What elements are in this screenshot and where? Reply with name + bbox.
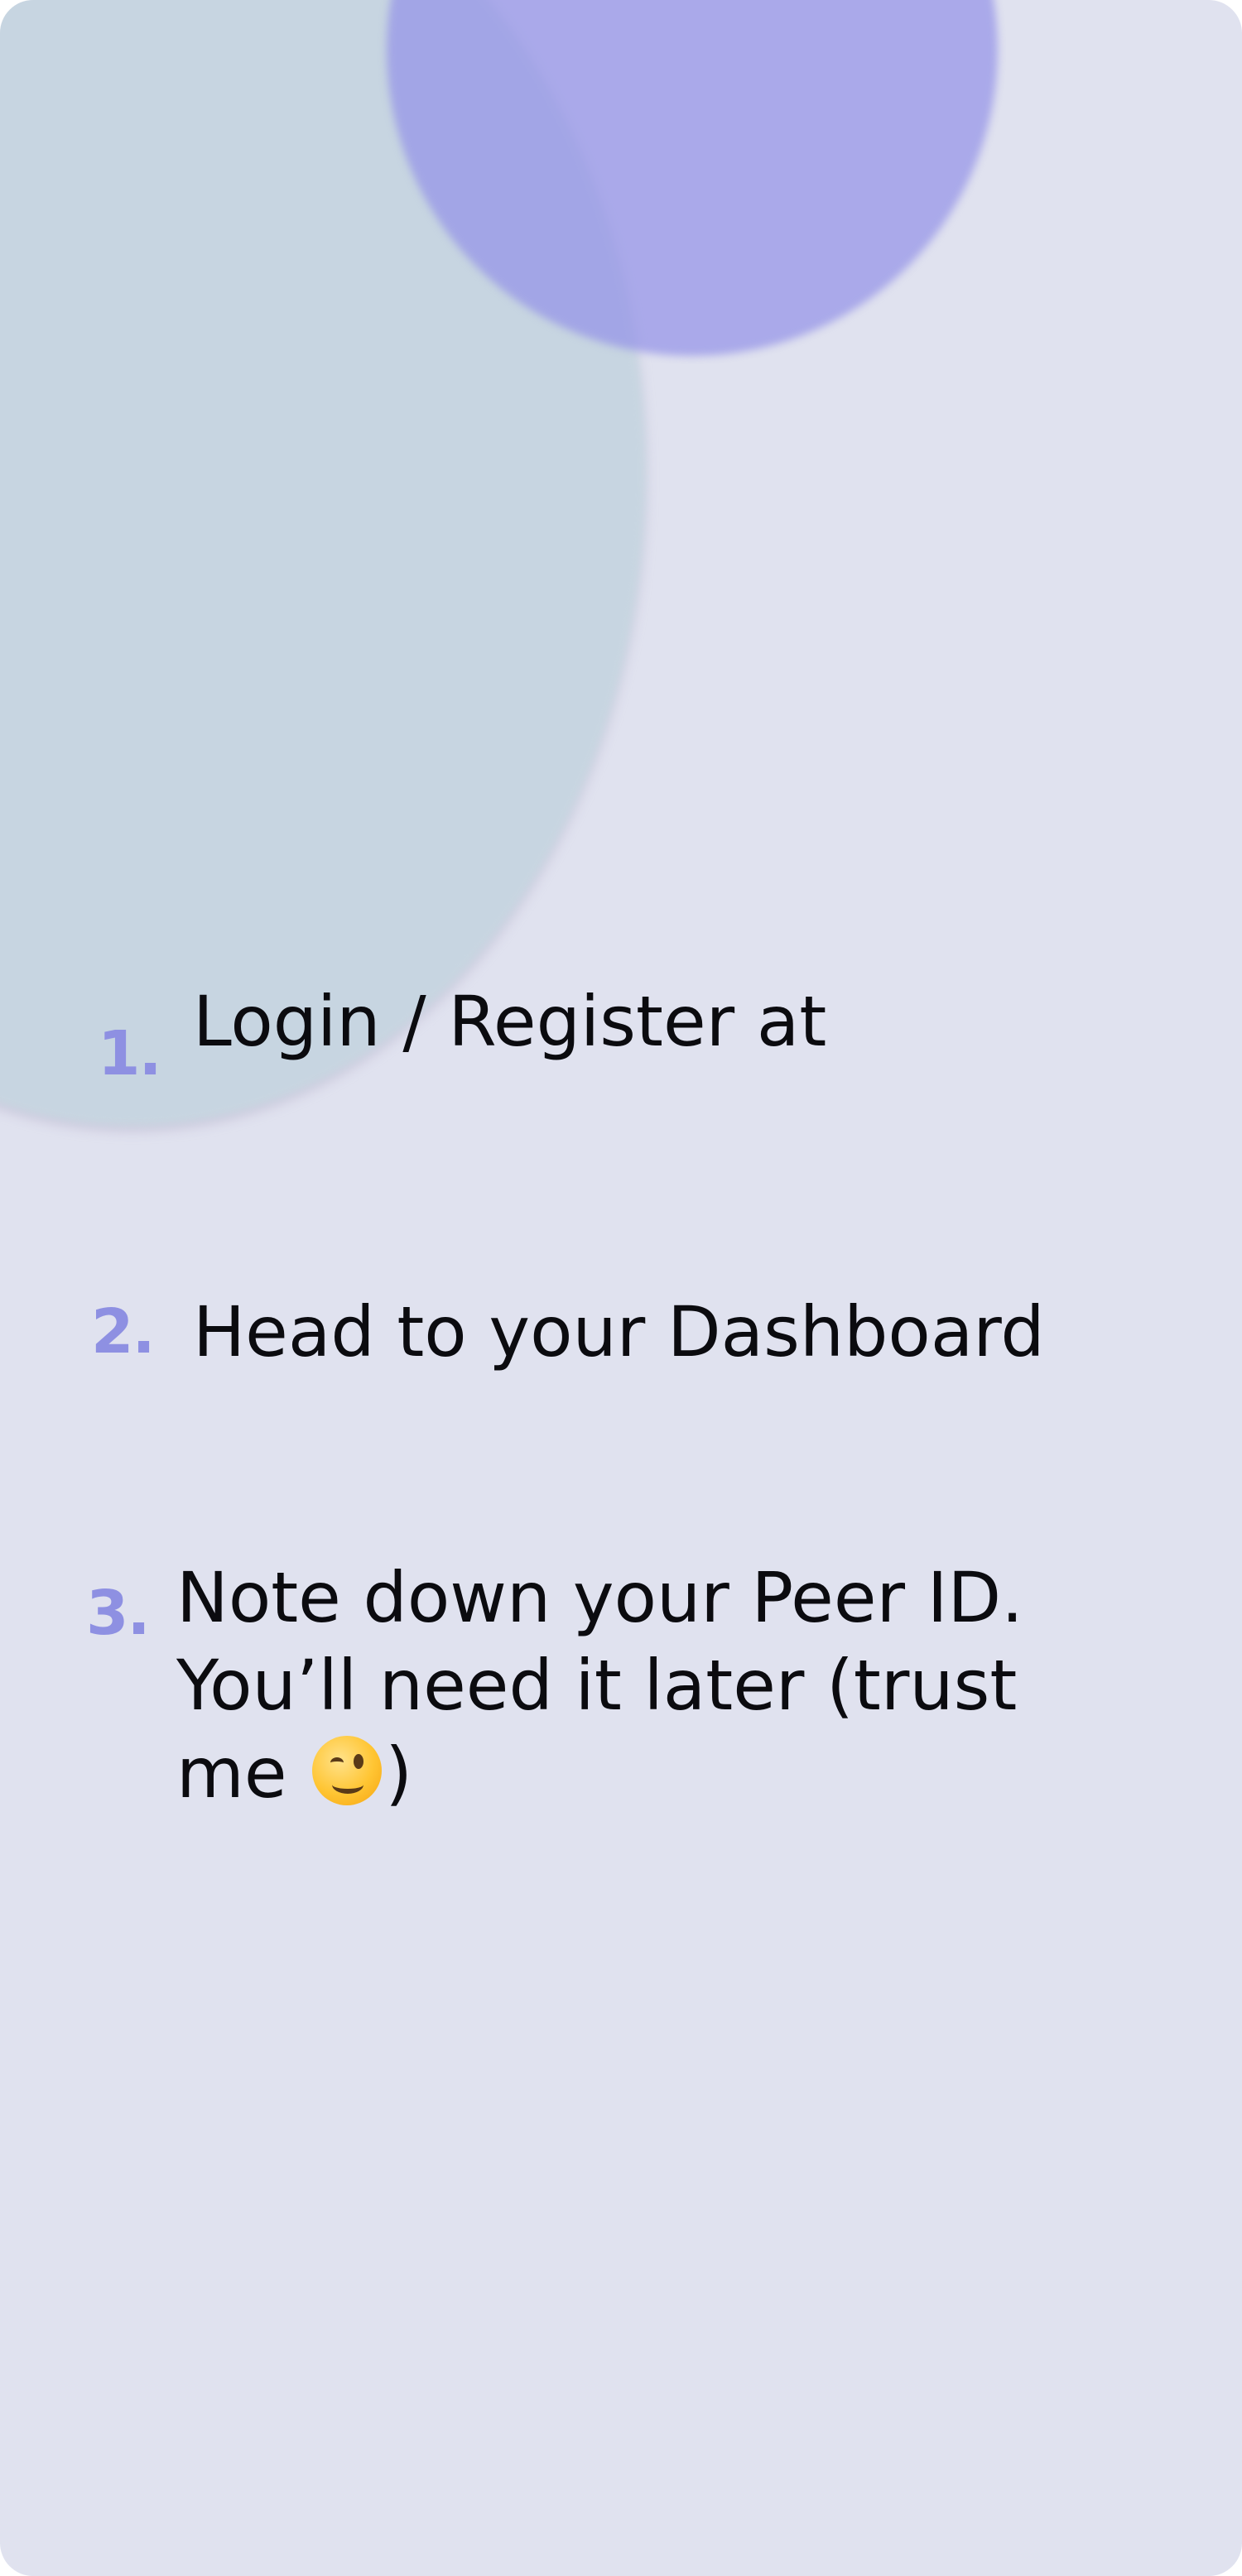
step-text: Login / Register at — [193, 981, 827, 1062]
instructions-card: 1. Login / Register at 2. Head to your D… — [0, 0, 1242, 2576]
step-text: Head to your Dashboard — [193, 1291, 1045, 1372]
step-number: 3. — [86, 1578, 151, 1649]
step-text-line: me ) — [176, 1729, 1023, 1817]
step-text-segment: ) — [385, 1733, 412, 1814]
step-text-line: You’ll need it later (trust — [176, 1645, 1018, 1726]
step-number: 2. — [91, 1296, 156, 1367]
winking-face-icon — [312, 1736, 383, 1805]
step-text-segment: me — [176, 1733, 310, 1814]
step-number: 1. — [98, 1018, 162, 1089]
step-text: Note down your Peer ID. You’ll need it l… — [176, 1554, 1023, 1817]
step-text-line: Note down your Peer ID. — [176, 1557, 1023, 1638]
